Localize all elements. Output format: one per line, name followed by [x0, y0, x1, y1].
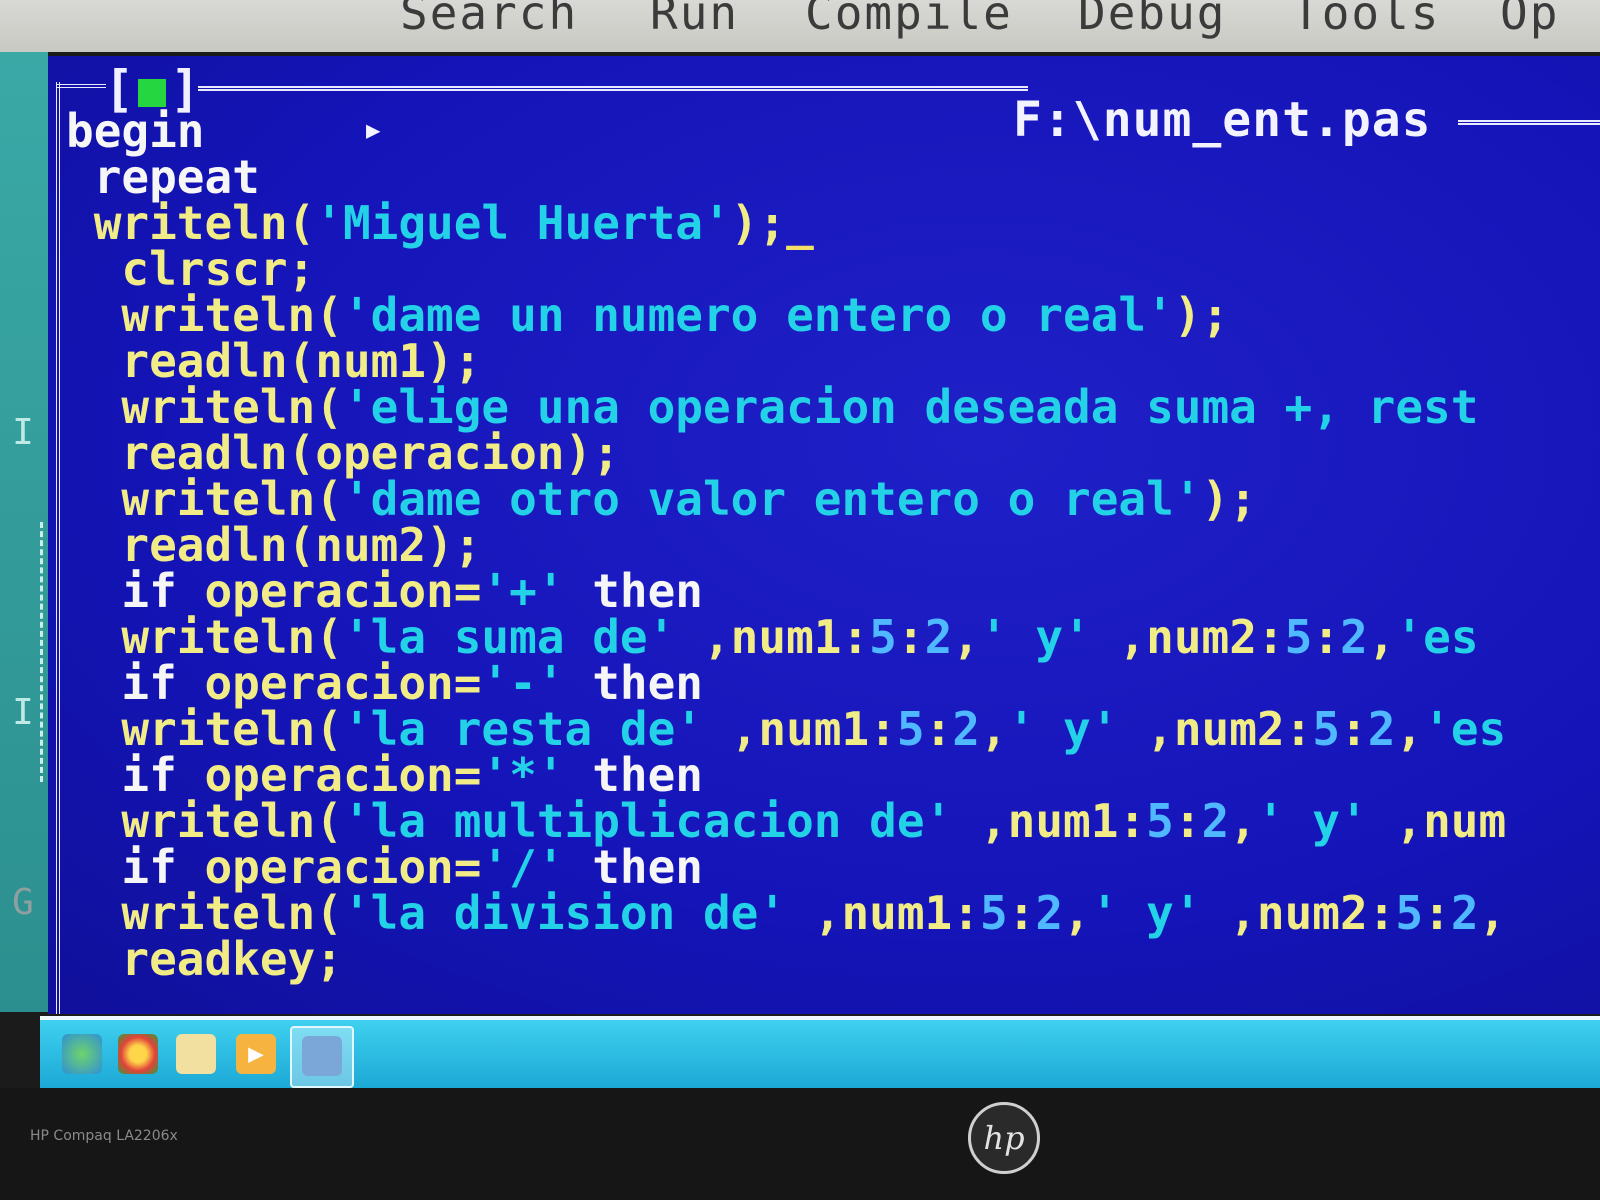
code-token: ' y'	[1090, 886, 1202, 940]
code-token: 5	[1146, 794, 1174, 848]
code-line: writeln('dame un numero entero o real');	[66, 292, 1506, 338]
code-token: 5	[979, 886, 1008, 940]
chrome-icon[interactable]	[118, 1034, 158, 1074]
code-token: 'la division de'	[342, 886, 787, 940]
code-token: 2	[1035, 886, 1064, 940]
code-line: if operacion='-' then	[66, 660, 1506, 706]
media-player-icon[interactable]: ▶	[236, 1034, 276, 1074]
code-token: 2	[924, 610, 953, 664]
code-token: ' y'	[1256, 794, 1368, 848]
code-token: 2	[1367, 702, 1396, 756]
code-token: ,num	[1367, 794, 1507, 848]
monitor-model-label: HP Compaq LA2206x	[30, 1128, 178, 1144]
turbo-pascal-icon	[302, 1036, 342, 1076]
code-token: ,num2:	[1201, 886, 1396, 940]
code-token: :	[1423, 886, 1451, 940]
code-token: ' y'	[1007, 702, 1119, 756]
code-line: readln(num1);	[66, 338, 1506, 384]
code-line: writeln('la resta de' ,num1:5:2,' y' ,nu…	[66, 706, 1506, 752]
code-line: clrscr;	[66, 246, 1506, 292]
code-token: );	[1201, 472, 1257, 526]
code-line: if operacion='+' then	[66, 568, 1506, 614]
code-token: ,num1:	[702, 702, 897, 756]
code-token: ,	[1478, 886, 1507, 940]
scrollbar-track[interactable]	[40, 522, 47, 782]
code-token: :	[1340, 702, 1368, 756]
strip-mark: G	[12, 882, 34, 923]
code-token: ,	[1063, 886, 1091, 940]
menu-tools[interactable]: Tools	[1292, 0, 1440, 40]
strip-mark: I	[12, 412, 34, 453]
code-token: _	[786, 196, 814, 250]
close-box-icon	[138, 78, 167, 107]
code-token: :	[1312, 610, 1341, 664]
code-token: ,num1:	[786, 886, 980, 940]
code-token: ,num1:	[675, 610, 870, 664]
code-line: if operacion='*' then	[66, 752, 1506, 798]
code-line: begin	[66, 108, 1506, 154]
code-token: 2	[1201, 794, 1230, 848]
menu-compile[interactable]: Compile	[805, 0, 1013, 40]
code-token: ,num1:	[952, 794, 1147, 848]
code-token: 2	[1340, 610, 1368, 664]
code-token: 2	[952, 702, 980, 756]
code-line: writeln('elige una operacion deseada sum…	[66, 384, 1506, 430]
code-token: 5	[869, 610, 897, 664]
code-token: ,	[979, 702, 1008, 756]
code-token: ,	[1229, 794, 1257, 848]
code-token: );	[730, 196, 787, 250]
code-token: readkey;	[66, 932, 343, 986]
code-token: 5	[896, 702, 925, 756]
code-token: 5	[1395, 886, 1424, 940]
code-token: :	[1007, 886, 1036, 940]
background-window-strip: I I G	[0, 52, 48, 1012]
windows-taskbar: ▶	[40, 1016, 1600, 1092]
code-token: :	[896, 610, 925, 664]
code-line: writeln('la multiplicacion de' ,num1:5:2…	[66, 798, 1506, 844]
code-line: readln(operacion);	[66, 430, 1506, 476]
code-line: writeln('Miguel Huerta');_	[66, 200, 1506, 246]
source-code[interactable]: begin repeat writeln('Miguel Huerta');_ …	[66, 108, 1506, 982]
editor-window[interactable]: [] F:\num_ent.pas ▶ begin repeat writeln…	[48, 56, 1600, 1014]
code-line: if operacion='/' then	[66, 844, 1506, 890]
code-token: 5	[1284, 610, 1313, 664]
window-frame-top	[56, 84, 106, 94]
code-token: 'es	[1395, 610, 1479, 664]
folder-icon[interactable]	[176, 1034, 216, 1074]
code-line: writeln('la suma de' ,num1:5:2,' y' ,num…	[66, 614, 1506, 660]
code-token: 'es	[1423, 702, 1507, 756]
menu-search[interactable]: Search	[400, 0, 578, 40]
menu-options[interactable]: Op	[1500, 0, 1559, 40]
hp-logo: hp	[968, 1102, 1040, 1174]
menu-debug[interactable]: Debug	[1078, 0, 1226, 40]
code-line: writeln('la division de' ,num1:5:2,' y' …	[66, 890, 1506, 936]
taskbar-active-app[interactable]	[290, 1026, 354, 1088]
code-token: ,	[1395, 702, 1424, 756]
code-token: ,	[952, 610, 980, 664]
code-token: ,num2:	[1090, 610, 1285, 664]
menu-run[interactable]: Run	[650, 0, 739, 40]
code-line: readkey;	[66, 936, 1506, 982]
code-line: repeat	[66, 154, 1506, 200]
code-line: writeln('dame otro valor entero o real')…	[66, 476, 1506, 522]
code-token: 2	[1450, 886, 1479, 940]
ide-menu-bar: Search Run Compile Debug Tools Op	[0, 0, 1600, 52]
monitor-bezel: HP Compaq LA2206x hp	[0, 1088, 1600, 1200]
code-token: :	[1173, 794, 1202, 848]
code-token: ,	[1367, 610, 1396, 664]
strip-mark: I	[12, 692, 34, 733]
code-token: ' y'	[979, 610, 1091, 664]
code-token: :	[924, 702, 953, 756]
code-token: ,num2:	[1118, 702, 1313, 756]
start-orb-icon[interactable]	[62, 1034, 102, 1074]
code-line: readln(num2);	[66, 522, 1506, 568]
code-token: );	[1173, 288, 1230, 342]
window-title-bar[interactable]	[198, 86, 1028, 97]
code-token: 'Miguel Huerta'	[315, 196, 731, 250]
code-token: 5	[1312, 702, 1341, 756]
